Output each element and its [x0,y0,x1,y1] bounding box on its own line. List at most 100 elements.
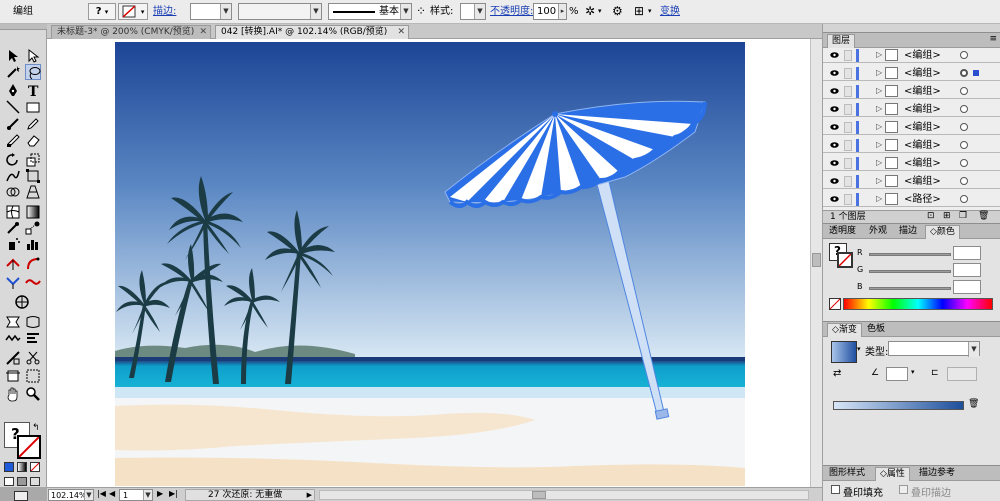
lock-toggle[interactable] [844,140,852,151]
none-mode-icon[interactable] [30,462,40,472]
opacity-link[interactable]: 不透明度: [490,3,533,20]
color-stroke-box[interactable] [837,252,853,268]
chevron-down-icon[interactable]: ▾ [648,3,652,20]
stroke-link[interactable]: 描边: [153,3,176,20]
expand-triangle-icon[interactable]: ▷ [876,86,882,95]
blend-tool-icon[interactable] [25,220,41,236]
target-circle-icon[interactable] [960,123,968,131]
rectangle-tool-icon[interactable] [25,99,41,115]
layer-name[interactable]: <编组> [904,103,941,116]
align-distribute-icon[interactable] [25,330,41,346]
target-circle-icon[interactable] [960,195,968,203]
target-circle-icon[interactable] [960,105,968,113]
layer-row[interactable]: ▷ <编组> [823,102,1000,117]
layer-name[interactable]: <编组> [904,67,941,80]
lock-toggle[interactable] [844,104,852,115]
lasso-tool-icon[interactable] [25,64,41,80]
green-channel-row[interactable]: G [857,263,997,278]
expand-triangle-icon[interactable]: ▷ [876,140,882,149]
lock-toggle[interactable] [844,122,852,133]
warp-mesh-icon[interactable] [25,314,41,330]
curve-red-icon[interactable] [25,256,41,272]
pencil-tool-icon[interactable] [25,116,41,132]
tools-panel-grip[interactable] [0,24,47,30]
gradient-tool-icon[interactable] [25,204,41,220]
expand-triangle-icon[interactable]: ▷ [876,50,882,59]
mesh-tool-icon[interactable] [5,204,21,220]
rotate-tool-icon[interactable] [5,152,21,168]
symbol-sprayer-tool-icon[interactable] [5,236,21,252]
pen-tool-icon[interactable] [5,82,21,98]
tab-stroke[interactable]: 描边 [895,225,921,239]
transform-link[interactable]: 变换 [660,3,680,20]
red-input[interactable] [953,246,981,260]
layer-row[interactable]: ▷ <编组> [823,84,1000,99]
tab-appearance[interactable]: 外观 [865,225,891,239]
layer-row[interactable]: ▷ <编组> [823,120,1000,135]
reverse-gradient-icon[interactable]: ⇄ [833,368,841,379]
green-slider[interactable] [869,270,951,273]
status-text-box[interactable]: 27 次还原: 无重做 ▶ [185,489,315,501]
vertical-scrollbar[interactable] [810,39,822,487]
tab-042-ai[interactable]: 042 [转换].AI* @ 102.14% (RGB/预览) ✕ [215,25,409,39]
artboard-select[interactable]: 1 ▼ [119,489,153,501]
gradient-swatch[interactable] [831,341,857,363]
new-sublayer-icon[interactable]: ⊞ [943,211,951,221]
trash-icon[interactable]: 🗑 [978,211,989,221]
eyedropper-tool-icon[interactable] [5,220,21,236]
expand-triangle-icon[interactable]: ▷ [876,158,882,167]
expand-triangle-icon[interactable]: ▷ [876,122,882,131]
selection-tool-icon[interactable] [5,48,21,64]
eye-icon[interactable] [830,51,839,59]
layer-name[interactable]: <编组> [904,85,941,98]
canvas-area[interactable]: Bai🐾经验 jingyan.baidu.com [47,39,822,487]
opacity-input[interactable]: 100 ▸ [533,3,567,20]
last-artboard-icon[interactable]: ▶| [169,489,178,498]
layer-row[interactable]: ▷ <编组> [823,48,1000,63]
direct-selection-tool-icon[interactable] [25,48,41,64]
tab-stroke-reference[interactable]: 描边参考 [915,467,959,481]
wave-red-icon[interactable] [25,274,41,290]
target-circle-icon[interactable] [960,69,968,77]
layer-row[interactable]: ▷ <编组> [823,174,1000,189]
eye-icon[interactable] [830,87,839,95]
screen-mode-icon[interactable] [14,491,28,501]
none-color-icon[interactable] [829,298,841,310]
gradient-type-select[interactable]: ▼ [888,341,980,357]
eraser-tool-icon[interactable] [25,132,41,148]
paintbrush-tool-icon[interactable] [5,116,21,132]
gradient-mode-icon[interactable] [17,462,27,472]
stroke-swatch[interactable]: ▾ [118,3,148,20]
expand-triangle-icon[interactable]: ▷ [876,104,882,113]
fill-swatch[interactable]: ? ▾ [88,3,116,20]
first-artboard-icon[interactable]: |◀ [97,489,106,498]
angle-input[interactable] [886,367,908,381]
panel-menu-icon[interactable]: ≡ [989,34,997,44]
eye-icon[interactable] [830,159,839,167]
layer-name[interactable]: <路径> [904,193,941,206]
overprint-stroke-checkbox[interactable] [899,485,908,494]
layer-name[interactable]: <编组> [904,157,941,170]
scale-tool-icon[interactable] [25,152,41,168]
color-spectrum[interactable] [843,298,993,310]
stroke-color-box[interactable] [17,435,41,459]
zoom-tool-icon[interactable] [25,386,41,402]
eye-icon[interactable] [830,105,839,113]
tab-graphic-styles[interactable]: 图形样式 [825,467,869,481]
layer-row[interactable]: ▷ <路径> [823,192,1000,207]
chevron-down-icon[interactable]: ▾ [857,345,861,353]
artwork-illustration[interactable] [115,42,745,486]
target-circle-icon[interactable] [960,159,968,167]
red-slider[interactable] [869,253,951,256]
color-mode-icon[interactable] [4,462,14,472]
zoom-select[interactable]: 102.14% ▼ [48,489,94,501]
target-circle-icon[interactable] [960,177,968,185]
draw-behind-icon[interactable] [17,477,27,486]
tab-gradient[interactable]: ◇渐变 [827,323,862,337]
warp-tool-icon[interactable] [5,168,21,184]
tab-color[interactable]: ◇颜色 [925,225,960,239]
tab-transparency[interactable]: 透明度 [825,225,860,239]
perspective-grid-tool-icon[interactable] [25,184,41,200]
draw-normal-icon[interactable] [4,477,14,486]
new-layer-icon[interactable]: ❐ [959,211,967,221]
